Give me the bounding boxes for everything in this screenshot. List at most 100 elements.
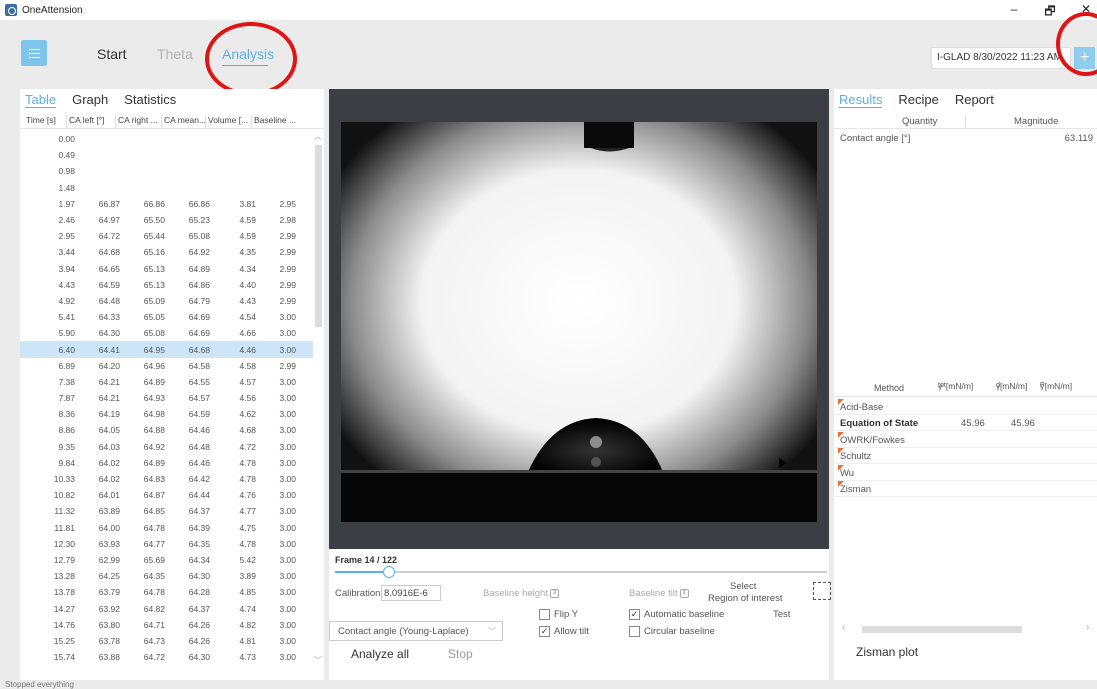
method-row[interactable]: Schultz: [834, 448, 1097, 465]
checkbox-icon[interactable]: [629, 626, 640, 637]
table-row[interactable]: 6.89 64.20 64.96 64.58 4.58 2.99: [20, 358, 313, 374]
table-row[interactable]: 12.30 63.93 64.77 64.35 4.78 3.00: [20, 536, 313, 552]
tab-start[interactable]: Start: [97, 46, 127, 62]
region-select-icon[interactable]: [813, 582, 831, 600]
scroll-down-icon[interactable]: ﹀: [314, 655, 322, 666]
table-row[interactable]: 4.43 64.59 65.13 64.86 4.40 2.99: [20, 277, 313, 293]
test-button[interactable]: Test: [773, 609, 790, 620]
table-row[interactable]: 9.35 64.03 64.92 64.48 4.72 3.00: [20, 439, 313, 455]
checkbox-checked-icon[interactable]: ✓: [539, 626, 550, 637]
tab-table[interactable]: Table: [25, 92, 57, 108]
table-row[interactable]: 0.49: [20, 147, 313, 163]
analyze-all-button[interactable]: Analyze all: [351, 647, 409, 661]
table-row[interactable]: 12.79 62.99 65.69 64.34 5.42 3.00: [20, 552, 313, 568]
table-cell: 2.99: [279, 360, 296, 371]
table-cell: 64.02: [98, 474, 120, 485]
table-row[interactable]: 2.95 64.72 65.44 65.08 4.59 2.99: [20, 228, 313, 244]
table-cell: 65.16: [143, 247, 165, 258]
frame-slider-handle[interactable]: [383, 566, 396, 578]
column-header-volume[interactable]: Volume [...: [205, 115, 251, 128]
tab-results[interactable]: Results: [839, 92, 883, 108]
table-row[interactable]: 13.78 63.79 64.78 64.28 4.85 3.00: [20, 584, 313, 600]
table-row[interactable]: 15.74 63.88 64.72 64.30 4.73 3.00: [20, 649, 313, 665]
table-row[interactable]: 8.86 64.05 64.88 64.46 4.68 3.00: [20, 422, 313, 438]
spinner-icon[interactable]: ⇕: [679, 588, 689, 598]
add-session-button[interactable]: +: [1074, 47, 1095, 69]
table-row[interactable]: 1.97 66.87 66.86 66.86 3.81 2.95: [20, 196, 313, 212]
frame-slider-track[interactable]: [335, 571, 827, 573]
table-row[interactable]: 7.87 64.21 64.93 64.57 4.56 3.00: [20, 390, 313, 406]
table-row[interactable]: 7.38 64.21 64.89 64.55 4.57 3.00: [20, 374, 313, 390]
column-header-ca-mean[interactable]: CA mean...: [161, 115, 205, 128]
table-row[interactable]: 14.76 63.80 64.71 64.26 4.82 3.00: [20, 617, 313, 633]
column-header-magnitude[interactable]: Magnitude: [1014, 116, 1058, 127]
table-cell: 4.58: [239, 360, 256, 371]
stop-button[interactable]: Stop: [448, 647, 473, 661]
table-row[interactable]: 2.46 64.97 65.50 65.23 4.59 2.98: [20, 212, 313, 228]
methods-horizontal-scrollbar[interactable]: ‹ ›: [842, 622, 1092, 634]
method-row[interactable]: Equation of State 45.96 45.96: [834, 415, 1097, 432]
table-row[interactable]: 3.94 64.65 65.13 64.89 4.34 2.99: [20, 261, 313, 277]
scroll-right-icon[interactable]: ›: [1086, 622, 1089, 633]
result-row[interactable]: Contact angle [°] 63.119: [834, 131, 1097, 145]
scroll-up-icon[interactable]: ︿: [314, 131, 322, 142]
table-row[interactable]: 0.00: [20, 131, 313, 147]
column-header-ca-left[interactable]: CA left [°]: [66, 115, 115, 128]
automatic-baseline-label: Automatic baseline: [644, 609, 725, 620]
tab-report[interactable]: Report: [955, 92, 994, 108]
table-cell: 64.33: [98, 312, 120, 323]
table-cell: 3.00: [279, 619, 296, 630]
table-row[interactable]: 0.98: [20, 163, 313, 179]
method-row[interactable]: OWRK/Fowkes: [834, 431, 1097, 448]
method-row[interactable]: Wu: [834, 464, 1097, 481]
tab-statistics[interactable]: Statistics: [124, 92, 176, 108]
tab-theta[interactable]: Theta: [157, 46, 193, 62]
table-row[interactable]: 11.81 64.00 64.78 64.39 4.75 3.00: [20, 520, 313, 536]
table-row[interactable]: 9.84 64.02 64.89 64.46 4.78 3.00: [20, 455, 313, 471]
table-row[interactable]: 5.41 64.33 65.05 64.69 4.54 3.00: [20, 309, 313, 325]
table-row[interactable]: 10.82 64.01 64.87 64.44 4.76 3.00: [20, 487, 313, 503]
table-row[interactable]: 11.32 63.89 64.85 64.37 4.77 3.00: [20, 503, 313, 519]
scrollbar-thumb[interactable]: [862, 626, 1022, 633]
column-header-baseline[interactable]: Baseline ...: [251, 115, 319, 128]
spinner-icon[interactable]: ⇕: [549, 588, 559, 598]
table-row[interactable]: 5.90 64.30 65.08 64.69 4.66 3.00: [20, 325, 313, 341]
column-header-time[interactable]: Time [s]: [20, 115, 66, 128]
checkbox-checked-icon[interactable]: ✓: [629, 609, 640, 620]
table-row[interactable]: 4.92 64.48 65.09 64.79 4.43 2.99: [20, 293, 313, 309]
method-select[interactable]: Contact angle (Young-Laplace) ﹀: [329, 621, 503, 641]
table-row[interactable]: 14.27 63.92 64.82 64.37 4.74 3.00: [20, 600, 313, 616]
tab-analysis[interactable]: Analysis: [222, 46, 274, 62]
checkbox-icon[interactable]: [539, 609, 550, 620]
table-row[interactable]: 15.25 63.78 64.73 64.26 4.81 3.00: [20, 633, 313, 649]
method-row[interactable]: Zisman: [834, 481, 1097, 497]
automatic-baseline-checkbox[interactable]: ✓ Automatic baseline: [629, 609, 724, 620]
session-select[interactable]: I-GLAD 8/30/2022 11:23 AM: [931, 47, 1071, 69]
table-row[interactable]: 13.28 64.25 64.35 64.30 3.89 3.00: [20, 568, 313, 584]
scroll-left-icon[interactable]: ‹: [842, 622, 845, 633]
calibration-input[interactable]: 8.0916E-6: [381, 585, 441, 601]
hamburger-menu-button[interactable]: [21, 40, 47, 66]
column-header-ca-right[interactable]: CA right ...: [115, 115, 161, 128]
column-header-gamma-tot[interactable]: γ tot [mN/m]: [938, 381, 973, 393]
flip-y-checkbox[interactable]: Flip Y: [539, 609, 578, 620]
table-cell: 64.98: [143, 409, 165, 420]
tab-graph[interactable]: Graph: [72, 92, 108, 108]
circular-baseline-checkbox[interactable]: Circular baseline: [629, 626, 715, 637]
column-header-gamma-p[interactable]: γP [mN/m]: [1040, 381, 1072, 393]
baseline-tilt-label: Baseline tilt ⇕: [629, 588, 689, 599]
table-row[interactable]: 1.48: [20, 180, 313, 196]
column-header-gamma-d[interactable]: γd [mN/m]: [996, 381, 1027, 393]
table-scrollbar[interactable]: ︿ ﹀: [313, 131, 323, 680]
method-row[interactable]: Acid-Base: [834, 399, 1097, 415]
allow-tilt-checkbox[interactable]: ✓ Allow tilt: [539, 626, 589, 637]
column-header-quantity[interactable]: Quantity: [902, 116, 937, 127]
table-row[interactable]: 8.36 64.19 64.98 64.59 4.62 3.00: [20, 406, 313, 422]
table-row[interactable]: 6.40 64.41 64.95 64.68 4.46 3.00: [20, 341, 313, 358]
table-cell: 64.92: [143, 441, 165, 452]
tab-recipe[interactable]: Recipe: [898, 92, 938, 108]
scrollbar-thumb[interactable]: [315, 145, 322, 327]
table-row[interactable]: 3.44 64.68 65.16 64.92 4.35 2.99: [20, 244, 313, 260]
table-row[interactable]: 10.33 64.02 64.83 64.42 4.78 3.00: [20, 471, 313, 487]
column-header-method[interactable]: Method: [874, 383, 904, 393]
